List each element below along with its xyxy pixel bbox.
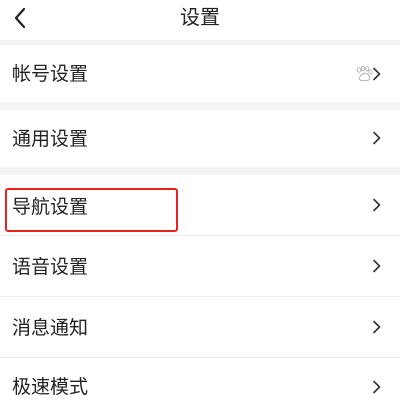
chevron-right-icon: [373, 67, 381, 81]
settings-item-label: 帐号设置: [12, 63, 89, 85]
settings-item-label: 语音设置: [12, 256, 89, 278]
chevron-right-icon: [373, 198, 381, 212]
settings-item-voice[interactable]: 语音设置: [0, 236, 400, 296]
chevron-right-icon: [373, 259, 381, 273]
settings-item-label: 通用设置: [12, 128, 89, 150]
settings-item-speed-mode[interactable]: 极速模式: [0, 358, 400, 412]
settings-item-notifications[interactable]: 消息通知: [0, 297, 400, 357]
header-bar: 设置: [0, 0, 400, 40]
settings-item-general[interactable]: 通用设置: [0, 110, 400, 167]
settings-item-label: 极速模式: [12, 376, 89, 398]
chevron-right-icon: [373, 320, 381, 334]
settings-screen: 设置 帐号设置 通用设置 导航设置 语音设置 消息通知 极速模式: [0, 0, 400, 412]
section-separator: [0, 167, 400, 175]
section-separator: [0, 102, 400, 110]
chevron-right-icon: [373, 131, 381, 145]
page-title: 设置: [180, 5, 220, 29]
chevron-right-icon: [373, 380, 381, 394]
baidu-paw-icon: [356, 66, 373, 82]
settings-item-label: 导航设置: [12, 196, 89, 218]
settings-item-label: 消息通知: [12, 317, 89, 339]
settings-item-account[interactable]: 帐号设置: [0, 45, 400, 102]
settings-item-navigation[interactable]: 导航设置: [0, 175, 400, 235]
